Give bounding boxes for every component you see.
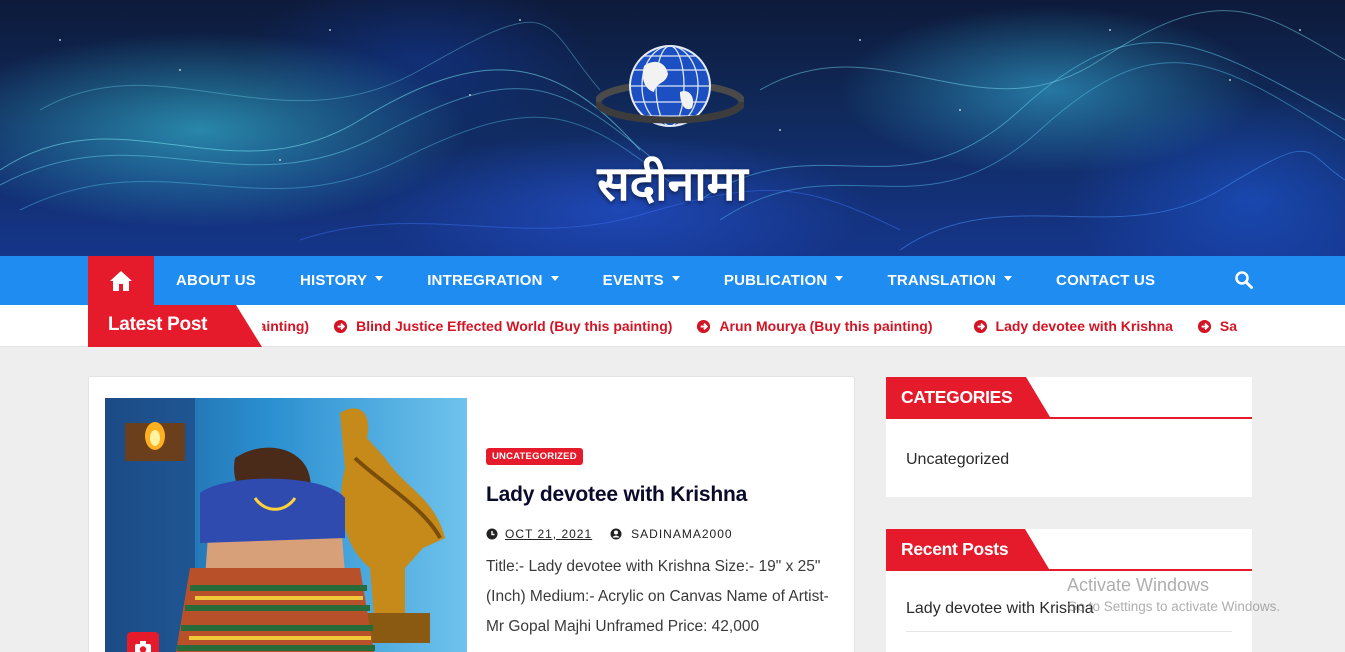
ticker-item[interactable]: Arun Mourya (Buy this painting) xyxy=(696,318,933,334)
ticker-item[interactable]: Lady devotee with Krishna xyxy=(973,318,1173,334)
caret-down-icon xyxy=(1004,276,1013,281)
nav-item-publication[interactable]: PUBLICATION xyxy=(702,256,866,305)
post-meta: OCT 21, 2021 SADINAMA2000 xyxy=(486,527,733,541)
ticker-item[interactable]: Blind Justice Effected World (Buy this p… xyxy=(333,318,672,334)
ticker-item-label: painting) xyxy=(262,318,310,334)
nav-item-contact-us[interactable]: CONTACT US xyxy=(1034,256,1177,305)
site-logo-globe-icon[interactable] xyxy=(596,40,744,140)
category-badge[interactable]: UNCATEGORIZED xyxy=(486,448,583,465)
nav-label: INTREGRATION xyxy=(427,272,543,289)
arrow-circle-right-icon xyxy=(973,319,987,333)
nav-item-intregration[interactable]: INTREGRATION xyxy=(405,256,580,305)
divider xyxy=(906,631,1232,632)
site-title[interactable]: सदीनामा xyxy=(0,150,1345,215)
camera-icon xyxy=(127,632,159,652)
nav-label: PUBLICATION xyxy=(723,272,828,289)
ticker-track: painting) Blind Justice Effected World (… xyxy=(262,305,1253,347)
home-button[interactable] xyxy=(88,256,154,305)
arrow-circle-right-icon xyxy=(1197,319,1211,333)
ticker-item-label: Sa xyxy=(1219,318,1238,334)
post-title[interactable]: Lady devotee with Krishna xyxy=(486,483,747,507)
home-icon xyxy=(110,270,132,291)
nav-menu: ABOUT US HISTORY INTREGRATION EVENTS PUB… xyxy=(154,256,1177,305)
categories-widget: CATEGORIES Uncategorized xyxy=(886,377,1252,497)
ticker-item-label: Blind Justice Effected World (Buy this p… xyxy=(356,318,673,334)
nav-label: CONTACT US xyxy=(1056,272,1156,289)
nav-item-history[interactable]: HISTORY xyxy=(278,256,405,305)
ticker-item[interactable]: Sa xyxy=(1197,318,1237,334)
post-card: UNCATEGORIZED Lady devotee with Krishna … xyxy=(88,376,855,652)
widget-header: CATEGORIES xyxy=(886,377,1252,419)
category-link[interactable]: Uncategorized xyxy=(906,451,1009,469)
nav-item-translation[interactable]: TRANSLATION xyxy=(865,256,1034,305)
nav-label: TRANSLATION xyxy=(887,272,997,289)
nav-label: ABOUT US xyxy=(176,272,256,289)
latest-post-ticker: Latest Post painting) Blind Justice Effe… xyxy=(0,305,1345,347)
header-banner: सदीनामा xyxy=(0,0,1345,256)
nav-label: EVENTS xyxy=(602,272,664,289)
widget-header: Recent Posts xyxy=(886,529,1252,571)
ticker-label: Latest Post xyxy=(88,305,262,347)
main-navbar: ABOUT US HISTORY INTREGRATION EVENTS PUB… xyxy=(0,256,1345,305)
search-icon[interactable] xyxy=(1234,270,1254,290)
caret-down-icon xyxy=(835,276,844,281)
activate-windows-title: Activate Windows xyxy=(1067,575,1210,595)
caret-down-icon xyxy=(671,276,680,281)
user-icon xyxy=(610,528,622,540)
painting-image xyxy=(105,398,467,652)
clock-icon xyxy=(486,528,498,540)
nav-item-about-us[interactable]: ABOUT US xyxy=(154,256,278,305)
widget-title: Recent Posts xyxy=(886,529,1049,569)
nav-label: HISTORY xyxy=(299,272,368,289)
caret-down-icon xyxy=(550,276,559,281)
nav-item-events[interactable]: EVENTS xyxy=(581,256,702,305)
activate-windows-subtitle: Go to Settings to activate Windows. xyxy=(1067,599,1281,614)
post-excerpt: Title:- Lady devotee with Krishna Size:-… xyxy=(486,558,829,635)
arrow-circle-right-icon xyxy=(334,319,348,333)
post-date[interactable]: OCT 21, 2021 xyxy=(505,527,592,541)
caret-down-icon xyxy=(375,276,384,281)
ticker-item-label: Arun Mourya (Buy this painting) xyxy=(719,318,933,334)
arrow-circle-right-icon xyxy=(697,319,711,333)
ticker-item-label: Lady devotee with Krishna xyxy=(995,318,1173,334)
ticker-item[interactable]: painting) xyxy=(262,318,309,334)
post-author[interactable]: SADINAMA2000 xyxy=(631,527,732,541)
widget-title: CATEGORIES xyxy=(886,377,1050,417)
recent-post-link[interactable]: Lady devotee with Krishna xyxy=(906,600,1094,618)
post-thumbnail-image[interactable] xyxy=(105,398,467,652)
